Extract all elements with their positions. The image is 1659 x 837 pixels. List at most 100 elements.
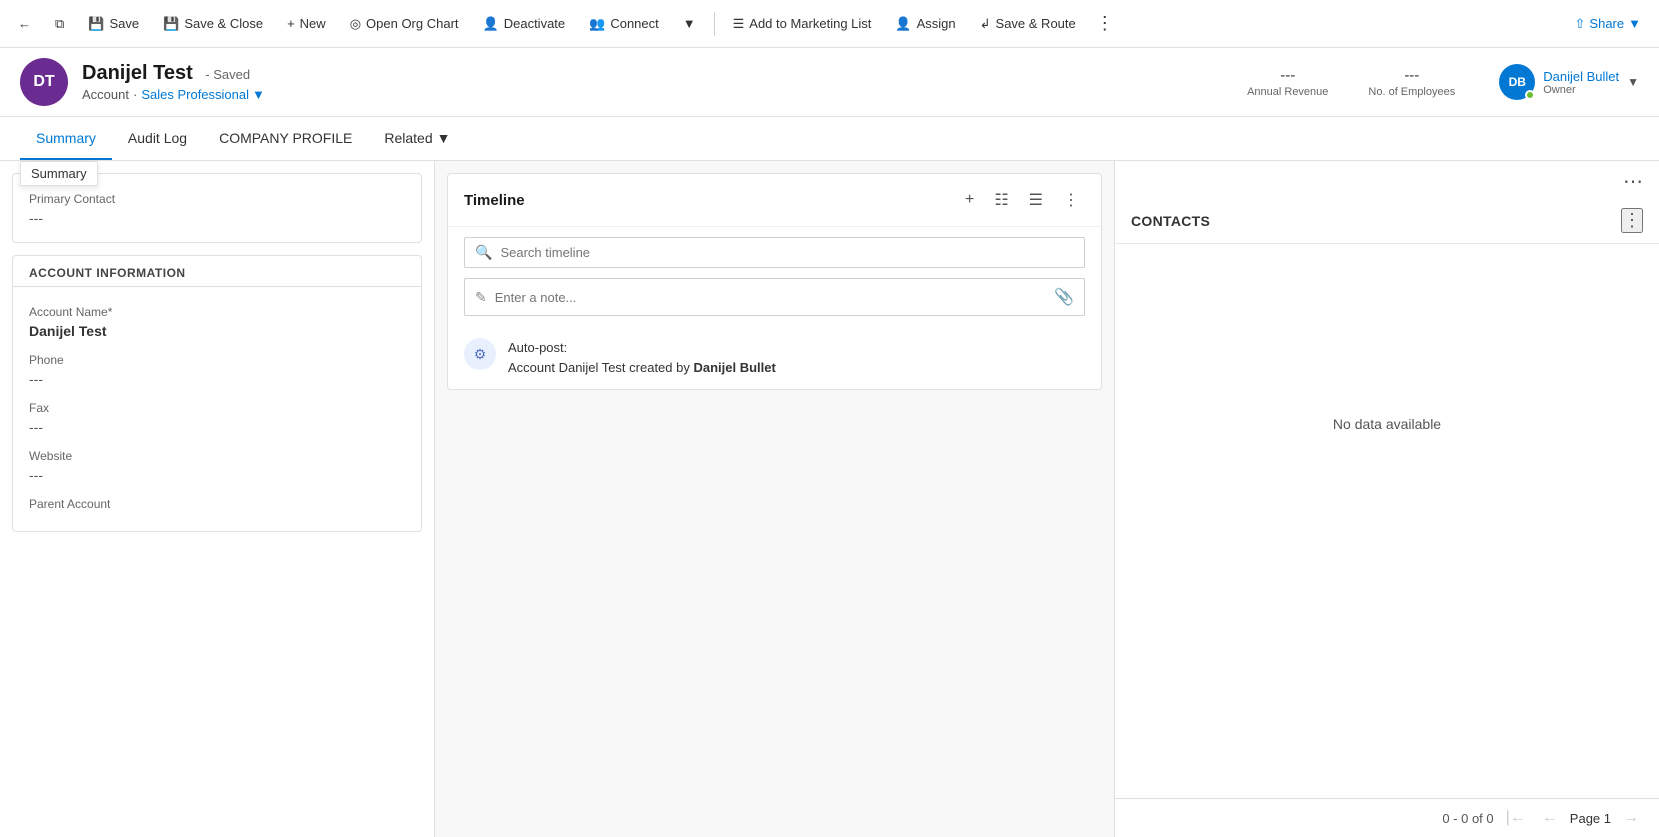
main-content: Primary Contact --- ACCOUNT INFORMATION … (0, 161, 1659, 837)
save-close-icon: 💾 (163, 16, 179, 32)
contacts-title: CONTACTS (1131, 213, 1621, 229)
tab-related[interactable]: Related ▼ (368, 117, 466, 160)
record-status: - Saved (205, 67, 250, 82)
phone-value: --- (29, 371, 405, 387)
connect-icon: 👥 (589, 16, 605, 32)
save-route-icon: ↲ (980, 16, 991, 32)
record-title: Danijel Test - Saved (82, 62, 1233, 85)
marketing-list-icon: ☰ (733, 16, 745, 32)
summary-tooltip: Summary (20, 161, 98, 186)
org-chart-icon: ◎ (350, 16, 361, 32)
type-chevron-icon: ▼ (252, 87, 265, 102)
account-info-body: Account Name* Danijel Test Phone --- Fax… (13, 287, 421, 531)
tab-summary[interactable]: Summary Summary (20, 117, 112, 160)
new-icon: + (287, 16, 295, 31)
related-chevron-icon: ▼ (437, 130, 451, 146)
clip-icon: 📎 (1054, 287, 1074, 307)
tab-audit-log[interactable]: Audit Log (112, 117, 203, 160)
autopost-text: Auto-post: Account Danijel Test created … (508, 338, 776, 377)
record-subtitle: Account · Sales Professional ▼ (82, 87, 1233, 102)
parent-account-label: Parent Account (29, 497, 405, 511)
timeline-add-button[interactable]: + (959, 187, 980, 213)
primary-contact-value: --- (29, 210, 405, 226)
share-icon: ⇧ (1575, 16, 1586, 32)
record-header: DT Danijel Test - Saved Account · Sales … (0, 48, 1659, 117)
pagination-prev-button[interactable]: ← (1538, 807, 1562, 829)
contacts-more-button[interactable]: ⋮ (1621, 208, 1643, 233)
timeline-card: Timeline + ☷ ☰ ⋮ 🔍 ✎ 📎 ⚙ Auto-post: Acco… (447, 173, 1102, 390)
middle-panel: Timeline + ☷ ☰ ⋮ 🔍 ✎ 📎 ⚙ Auto-post: Acco… (435, 161, 1114, 837)
note-input[interactable] (495, 290, 1046, 305)
contacts-header: CONTACTS ⋮ (1115, 198, 1659, 244)
contacts-section: CONTACTS ⋮ No data available (1115, 198, 1659, 798)
status-dot (1525, 90, 1535, 100)
owner-chevron-icon[interactable]: ▼ (1627, 75, 1639, 89)
org-chart-button[interactable]: ◎ Open Org Chart (340, 10, 469, 38)
timeline-note-bar[interactable]: ✎ 📎 (464, 278, 1085, 316)
assign-button[interactable]: 👤 Assign (885, 10, 965, 38)
timeline-more-button[interactable]: ⋮ (1057, 186, 1085, 214)
timeline-search-bar[interactable]: 🔍 (464, 237, 1085, 268)
account-info-card: ACCOUNT INFORMATION Account Name* Danije… (12, 255, 422, 532)
back-button[interactable]: ← (8, 10, 41, 37)
save-close-button[interactable]: 💾 Save & Close (153, 10, 273, 38)
new-button[interactable]: + New (277, 10, 336, 37)
fax-label: Fax (29, 401, 405, 415)
account-info-section-header: ACCOUNT INFORMATION (13, 256, 421, 287)
autopost-icon: ⚙ (464, 338, 496, 370)
save-icon: 💾 (88, 16, 104, 32)
copy-icon: ⧉ (55, 16, 64, 32)
pagination-next-button[interactable]: → (1619, 807, 1643, 829)
right-panel: ⋯ CONTACTS ⋮ No data available 0 - 0 of … (1114, 161, 1659, 837)
annual-revenue-field: --- Annual Revenue (1247, 67, 1328, 98)
toolbar: ← ⧉ 💾 Save 💾 Save & Close + New ◎ Open O… (0, 0, 1659, 48)
subtitle-dot: · (133, 87, 137, 102)
more-button[interactable]: ⋮ (1090, 7, 1120, 40)
connect-dropdown-button[interactable]: ▼ (673, 10, 706, 37)
owner-info: Danijel Bullet Owner (1543, 69, 1619, 96)
pagination-bar: 0 - 0 of 0 |← ← Page 1 → (1115, 798, 1659, 837)
search-icon: 🔍 (475, 244, 492, 261)
pagination-first-button[interactable]: |← (1502, 807, 1530, 829)
tab-company-profile[interactable]: COMPANY PROFILE (203, 117, 368, 160)
assign-icon: 👤 (895, 16, 911, 32)
deactivate-icon: 👤 (483, 16, 499, 32)
right-top-dots: ⋯ (1115, 161, 1659, 198)
pagination-count: 0 - 0 of 0 (1442, 811, 1493, 826)
share-button[interactable]: ⇧ Share ▼ (1565, 10, 1651, 38)
save-button[interactable]: 💾 Save (78, 10, 149, 38)
toolbar-divider (714, 12, 715, 36)
page-label: Page 1 (1570, 811, 1611, 826)
fax-value: --- (29, 419, 405, 435)
search-input[interactable] (500, 245, 1074, 260)
save-route-button[interactable]: ↲ Save & Route (970, 10, 1086, 38)
account-name-label: Account Name* (29, 305, 405, 319)
timeline-autopost: ⚙ Auto-post: Account Danijel Test create… (448, 326, 1101, 389)
avatar: DT (20, 58, 68, 106)
deactivate-button[interactable]: 👤 Deactivate (473, 10, 576, 38)
timeline-header: Timeline + ☷ ☰ ⋮ (448, 174, 1101, 227)
owner-section[interactable]: DB Danijel Bullet Owner ▼ (1499, 64, 1639, 100)
record-type-link[interactable]: Sales Professional ▼ (141, 87, 265, 102)
owner-avatar: DB (1499, 64, 1535, 100)
connect-button[interactable]: 👥 Connect (579, 10, 669, 38)
more-icon: ⋮ (1096, 13, 1114, 34)
right-panel-more-button[interactable]: ⋯ (1623, 169, 1643, 194)
left-panel: Primary Contact --- ACCOUNT INFORMATION … (0, 161, 435, 837)
account-name-value: Danijel Test (29, 323, 405, 339)
phone-label: Phone (29, 353, 405, 367)
website-label: Website (29, 449, 405, 463)
back-icon: ← (18, 16, 31, 31)
marketing-list-button[interactable]: ☰ Add to Marketing List (723, 10, 882, 38)
chevron-down-icon: ▼ (683, 16, 696, 31)
no-data-label: No data available (1115, 244, 1659, 604)
copy-button[interactable]: ⧉ (45, 10, 74, 38)
record-title-area: Danijel Test - Saved Account · Sales Pro… (82, 62, 1233, 102)
header-fields: --- Annual Revenue --- No. of Employees (1247, 67, 1455, 98)
pencil-icon: ✎ (475, 289, 487, 306)
timeline-filter-button[interactable]: ☷ (988, 186, 1014, 214)
timeline-title: Timeline (464, 192, 951, 209)
timeline-list-button[interactable]: ☰ (1023, 186, 1049, 214)
employees-field: --- No. of Employees (1368, 67, 1455, 98)
primary-contact-label: Primary Contact (29, 192, 405, 206)
